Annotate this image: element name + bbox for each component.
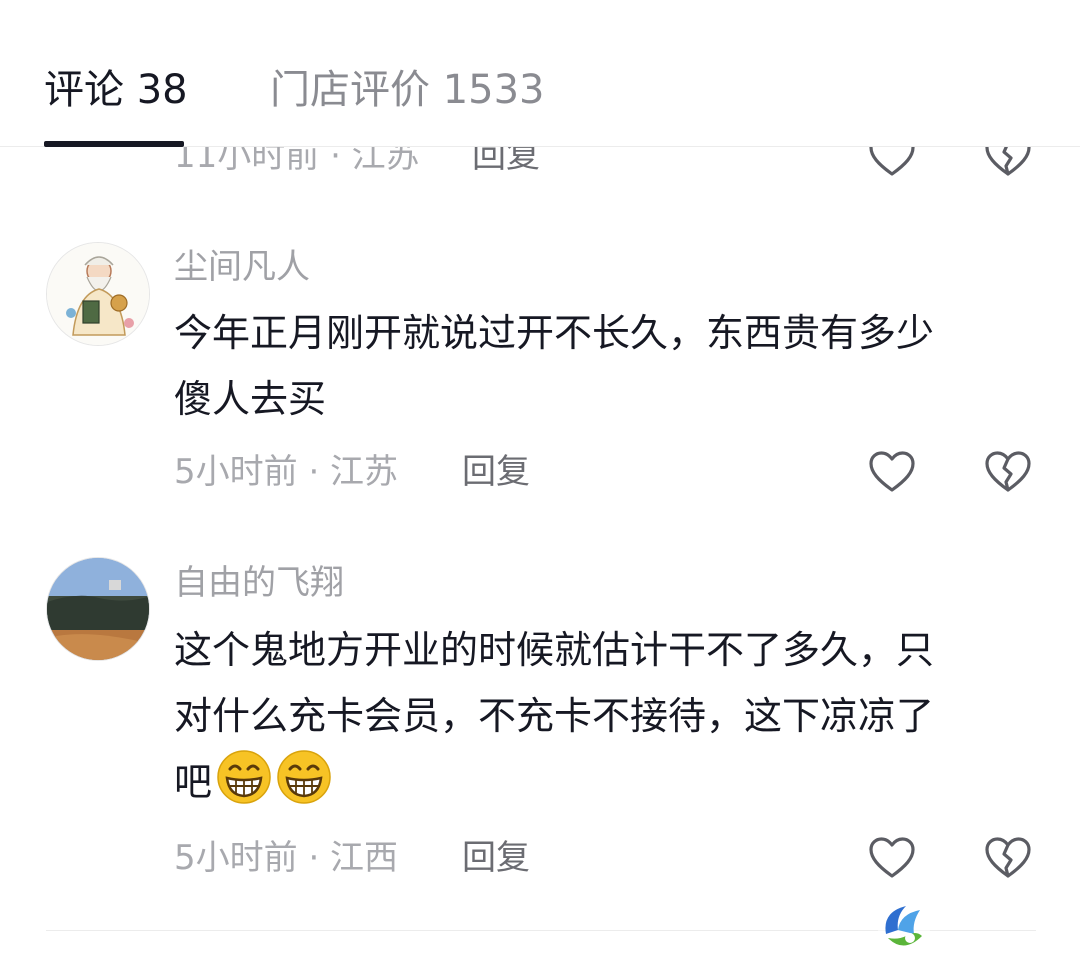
broken-heart-icon[interactable]	[984, 450, 1032, 494]
comment-text: 今年正月刚开就说过开不长久，东西贵有多少 傻人去买	[174, 300, 1034, 432]
comment-text-line-with-emoji: 吧	[174, 749, 1034, 815]
tab-store-reviews[interactable]: 门店评价 1533	[270, 66, 545, 114]
comment-username[interactable]: 尘间凡人	[174, 245, 310, 289]
comment-list[interactable]: 11小时前 · 江苏 回复 尘间凡人 今年正月刚开就说过开不长久，东西贵有多少 …	[0, 147, 1080, 957]
broken-heart-icon[interactable]	[984, 147, 1032, 178]
tab-bar: 评论 38 门店评价 1533	[0, 0, 1080, 147]
heart-icon[interactable]	[868, 147, 916, 178]
logo-watermark	[876, 900, 932, 956]
avatar[interactable]	[46, 242, 150, 346]
comment-text-line: 傻人去买	[174, 377, 327, 421]
comment-time-location: 11小时前 · 江苏	[174, 147, 420, 176]
comment-text-line: 这个鬼地方开业的时候就估计干不了多久，只	[174, 628, 935, 672]
active-tab-indicator	[44, 141, 184, 147]
heart-icon[interactable]	[868, 836, 916, 880]
comment-meta-row: 5小时前 · 江苏 回复	[174, 450, 530, 494]
comment-text-fragment: 吧	[174, 760, 213, 804]
grin-emoji	[276, 749, 332, 805]
comment-text-line: 对什么充卡会员，不充卡不接待，这下凉凉了	[174, 694, 935, 738]
tab-comments[interactable]: 评论 38	[44, 66, 188, 114]
comment-text-line: 今年正月刚开就说过开不长久，东西贵有多少	[174, 311, 935, 355]
comment-meta-row: 5小时前 · 江西 回复	[174, 836, 530, 880]
comment-username[interactable]: 自由的飞翔	[174, 561, 344, 605]
heart-icon[interactable]	[868, 450, 916, 494]
comment-text: 这个鬼地方开业的时候就估计干不了多久，只 对什么充卡会员，不充卡不接待，这下凉凉…	[174, 617, 1034, 815]
broken-heart-icon[interactable]	[984, 836, 1032, 880]
reply-button[interactable]: 回复	[462, 836, 530, 880]
grin-emoji	[216, 749, 272, 805]
comment-meta-row: 11小时前 · 江苏 回复	[174, 147, 540, 178]
avatar[interactable]	[46, 557, 150, 661]
reply-button[interactable]: 回复	[472, 147, 540, 178]
comment-time-location: 5小时前 · 江苏	[174, 452, 399, 492]
reply-button[interactable]: 回复	[462, 450, 530, 494]
comment-time-location: 5小时前 · 江西	[174, 838, 399, 878]
